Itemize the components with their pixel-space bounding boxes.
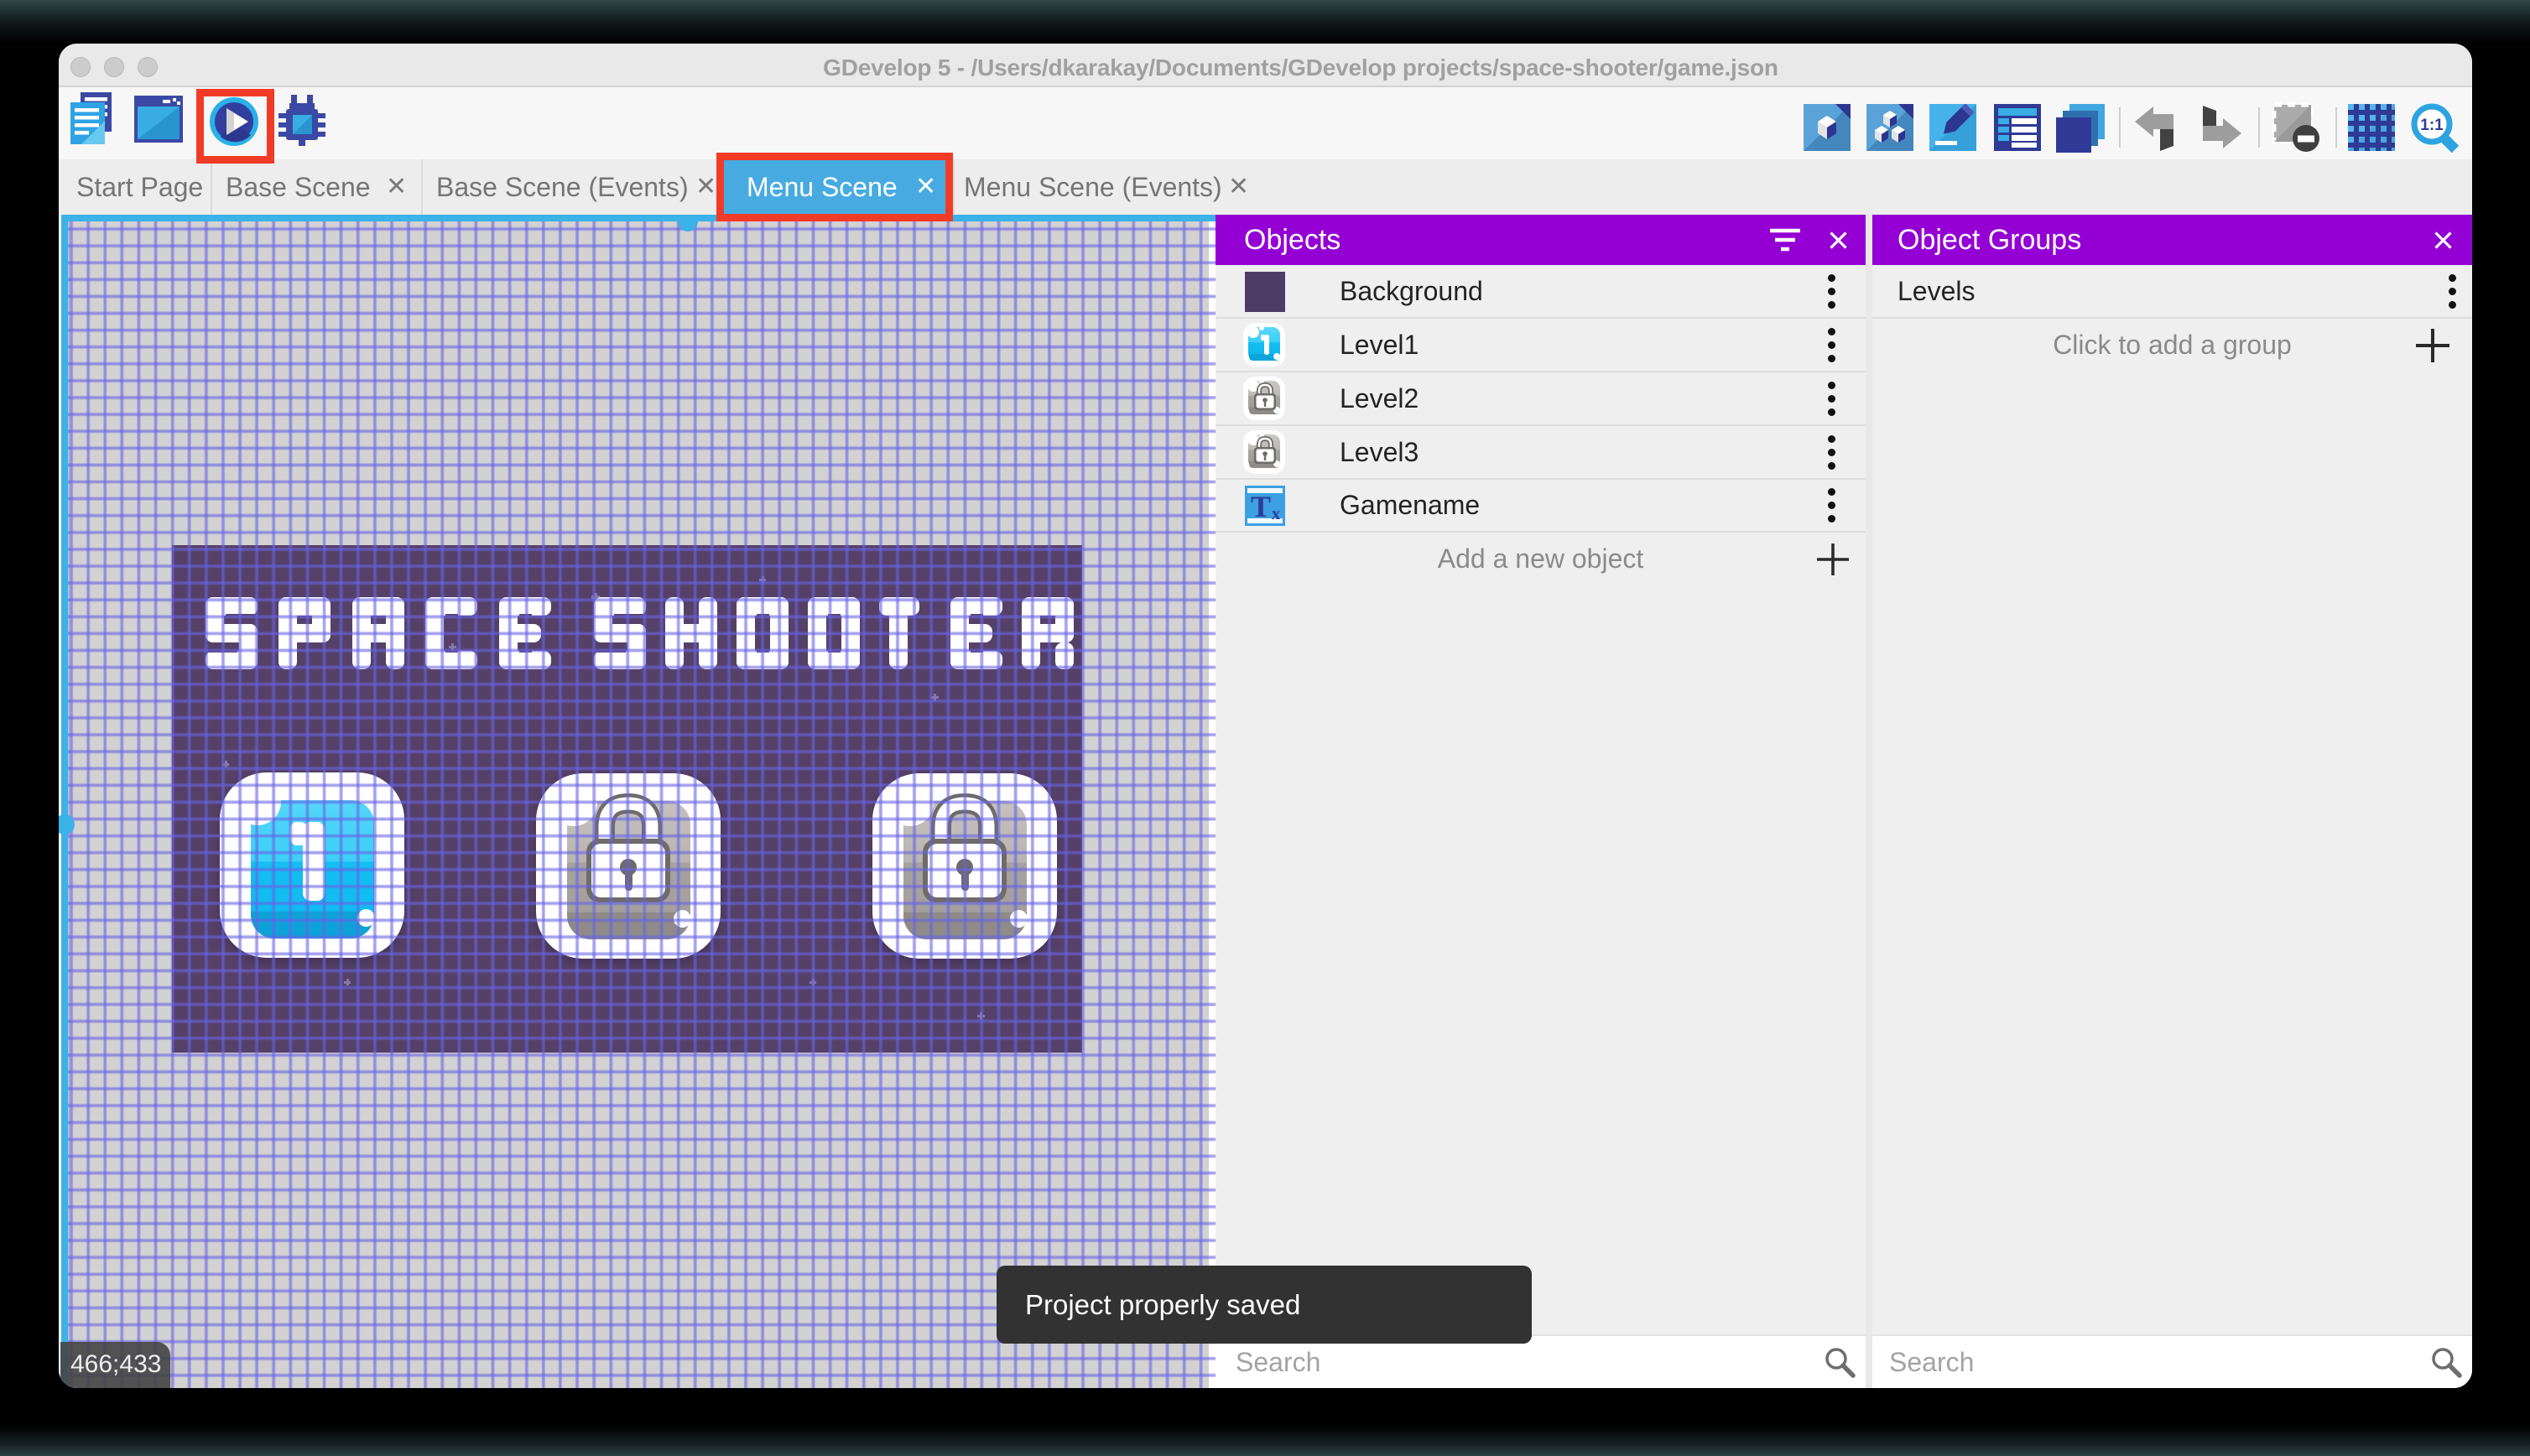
svg-text:1:1: 1:1 — [2420, 117, 2444, 134]
svg-text:T: T — [1251, 490, 1271, 523]
svg-text:x: x — [1272, 503, 1281, 523]
